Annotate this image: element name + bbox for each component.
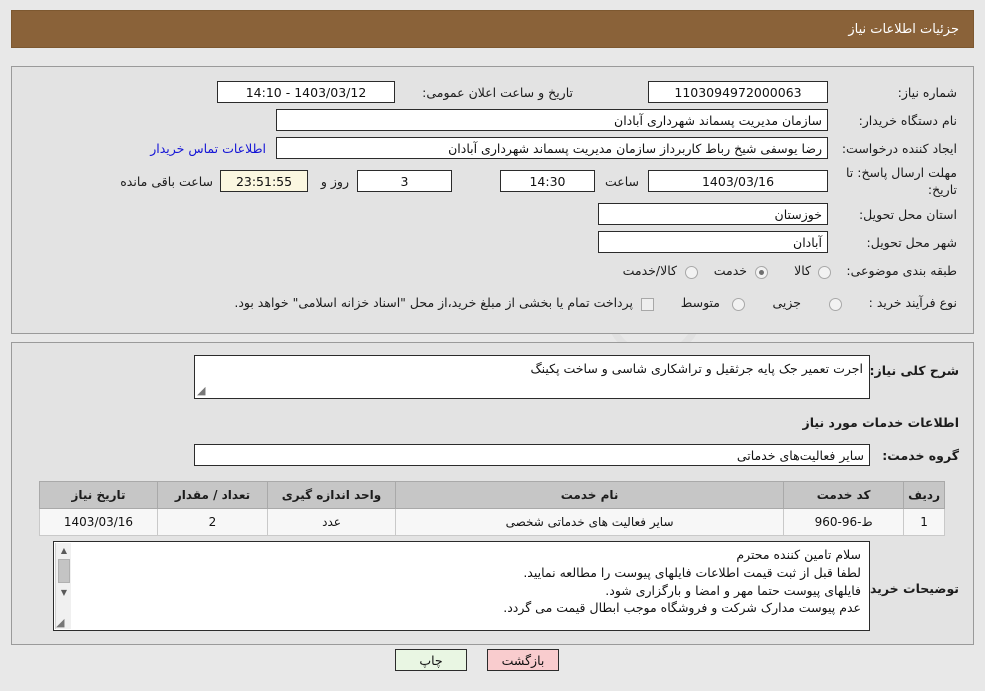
resize-grip-icon[interactable]: ◣	[197, 384, 209, 397]
purchase-process-label: نوع فرآیند خرید :	[868, 295, 957, 310]
buyer-notes-textarea[interactable]: سلام تامین کننده محترم لطفا قبل از ثبت ق…	[53, 541, 870, 631]
td-row-index: 1	[903, 508, 945, 536]
deadline-date-field[interactable]: 1403/03/16	[648, 170, 828, 192]
radio-process-motavaset[interactable]	[732, 298, 745, 311]
need-details-panel: شرح کلی نیاز: اجرت تعمیر جک پایه جرثقیل …	[11, 342, 974, 645]
deadline-days-field[interactable]: 3	[357, 170, 452, 192]
th-need-date: تاریخ نیاز	[39, 481, 158, 509]
need-number-label: شماره نیاز:	[897, 85, 957, 100]
province-label: استان محل تحویل:	[858, 207, 957, 222]
buyer-notes-line-2: لطفا قبل از ثبت قیمت اطلاعات فایلهای پیو…	[523, 564, 861, 580]
treasury-bond-checkbox[interactable]	[641, 298, 654, 311]
radio-process-jozei[interactable]	[829, 298, 842, 311]
countdown-field: 23:51:55	[220, 170, 308, 192]
radio-category-kala-label: کالا	[794, 263, 811, 278]
need-info-panel: شماره نیاز: 1103094972000063 تاریخ و ساع…	[11, 66, 974, 334]
treasury-bond-label: پرداخت تمام یا بخشی از مبلغ خرید،از محل …	[234, 295, 633, 310]
announce-datetime-field[interactable]: 1403/03/12 - 14:10	[217, 81, 395, 103]
page-header-banner: جزئیات اطلاعات نیاز	[11, 10, 974, 48]
general-desc-value: اجرت تعمیر جک پایه جرثقیل و تراشکاری شاس…	[530, 361, 863, 376]
service-group-label: گروه خدمت:	[882, 448, 959, 463]
city-field[interactable]: آبادان	[598, 231, 828, 253]
th-service-name: نام خدمت	[394, 481, 785, 509]
deadline-hour-label: ساعت	[604, 174, 639, 189]
general-desc-textarea[interactable]: اجرت تعمیر جک پایه جرثقیل و تراشکاری شاس…	[194, 355, 870, 399]
general-desc-label: شرح کلی نیاز:	[869, 363, 959, 378]
services-section-title: اطلاعات خدمات مورد نیاز	[802, 415, 960, 430]
announce-datetime-label: تاریخ و ساعت اعلان عمومی:	[422, 85, 573, 100]
td-service-name: سایر فعالیت های خدماتی شخصی	[394, 508, 785, 536]
scroll-down-icon[interactable]: ▼	[56, 585, 72, 600]
need-number-field[interactable]: 1103094972000063	[648, 81, 828, 103]
radio-process-jozei-label: جزیی	[772, 295, 801, 310]
city-label: شهر محل تحویل:	[866, 235, 957, 250]
radio-category-kala-khedmat-label: کالا/خدمت	[622, 263, 677, 278]
td-need-date: 1403/03/16	[39, 508, 158, 536]
radio-process-motavaset-label: متوسط	[680, 295, 720, 310]
scroll-thumb[interactable]	[58, 559, 70, 583]
td-quantity: 2	[157, 508, 268, 536]
service-group-field[interactable]: سایر فعالیت‌های خدماتی	[194, 444, 870, 466]
deadline-days-label: روز و	[320, 174, 349, 189]
th-service-code: کد خدمت	[783, 481, 905, 509]
th-quantity: تعداد / مقدار	[157, 481, 268, 509]
back-button[interactable]: بازگشت	[487, 649, 559, 671]
category-label: طبقه بندی موضوعی:	[846, 263, 957, 278]
scroll-up-icon[interactable]: ▲	[56, 543, 72, 558]
creator-field[interactable]: رضا یوسفی شیخ رباط کاربرداز سازمان مدیری…	[276, 137, 828, 159]
page-title: جزئیات اطلاعات نیاز	[848, 21, 959, 37]
countdown-remaining-label: ساعت باقی مانده	[120, 174, 213, 189]
buyer-org-field[interactable]: سازمان مدیریت پسماند شهرداری آبادان	[276, 109, 828, 131]
radio-category-khedmat[interactable]	[755, 266, 768, 279]
table-row[interactable]: 1 ط-96-960 سایر فعالیت های خدماتی شخصی ع…	[39, 508, 945, 536]
page-root: جزئیات اطلاعات نیاز hriaTender.net شماره…	[0, 0, 985, 691]
buyer-notes-line-3: فایلهای پیوست حتما مهر و امضا و بارگزاری…	[605, 582, 861, 598]
print-button[interactable]: چاپ	[395, 649, 467, 671]
td-service-code: ط-96-960	[783, 508, 905, 536]
buyer-notes-line-4: عدم پیوست مدارک شرکت و فروشگاه موجب ابطا…	[503, 600, 861, 616]
th-unit: واحد اندازه گیری	[267, 481, 396, 509]
services-table: ردیف کد خدمت نام خدمت واحد اندازه گیری ت…	[39, 481, 945, 536]
resize-grip-icon[interactable]: ◣	[56, 616, 68, 629]
radio-category-kala[interactable]	[818, 266, 831, 279]
table-header-row: ردیف کد خدمت نام خدمت واحد اندازه گیری ت…	[39, 481, 945, 509]
deadline-time-field[interactable]: 14:30	[500, 170, 595, 192]
th-row-index: ردیف	[903, 481, 945, 509]
province-field[interactable]: خوزستان	[598, 203, 828, 225]
radio-category-khedmat-label: خدمت	[713, 263, 747, 278]
deadline-label: مهلت ارسال پاسخ: تا تاریخ:	[846, 165, 957, 197]
buyer-contact-link[interactable]: اطلاعات تماس خریدار	[150, 141, 266, 156]
td-unit: عدد	[267, 508, 396, 536]
buyer-org-label: نام دستگاه خریدار:	[858, 113, 957, 128]
radio-category-kala-khedmat[interactable]	[685, 266, 698, 279]
buyer-notes-line-1: سلام تامین کننده محترم	[736, 547, 861, 562]
creator-label: ایجاد کننده درخواست:	[841, 141, 957, 156]
